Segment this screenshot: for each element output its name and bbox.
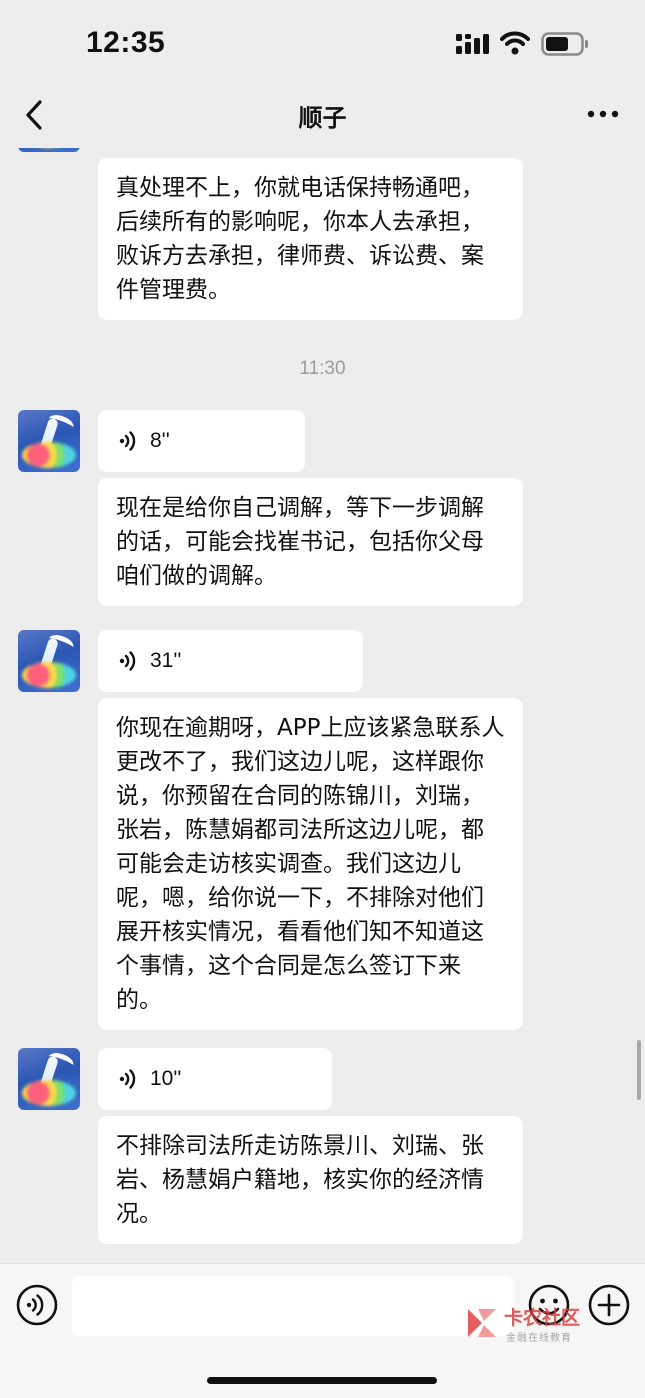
status-time: 12:35	[86, 26, 166, 59]
voice-message[interactable]: 31''	[98, 630, 363, 692]
watermark: 卡农社区 金融在线教育	[464, 1303, 594, 1347]
message-text: 你现在逾期呀，APP上应该紧急联系人更改不了，我们这边儿呢，这样跟你说，你预留在…	[116, 715, 505, 1013]
voice-wave-icon	[119, 651, 136, 671]
watermark-subtitle: 金融在线教育	[506, 1333, 572, 1344]
kanong-logo-icon	[468, 1309, 496, 1337]
voice-input-icon[interactable]	[16, 1284, 58, 1326]
home-indicator[interactable]	[207, 1377, 437, 1384]
message-text: 现在是给你自己调解，等下一步调解的话，可能会找崔书记，包括你父母咱们做的调解。	[116, 495, 484, 589]
watermark-title: 卡农社区	[504, 1307, 581, 1329]
voice-wave-icon	[119, 1069, 136, 1089]
cellular-signal-icon	[456, 34, 489, 54]
status-bar: 12:35	[0, 0, 645, 90]
wifi-icon	[500, 31, 530, 55]
voice-duration: 10''	[150, 1067, 182, 1090]
chat-header: 顺子	[0, 90, 645, 148]
message-text: 真处理不上，你就电话保持畅通吧，后续所有的影响呢，你本人去承担，败诉方去承担，律…	[116, 175, 484, 303]
contact-avatar[interactable]	[18, 148, 80, 152]
message-list[interactable]: 真处理不上，你就电话保持畅通吧，后续所有的影响呢，你本人去承担，败诉方去承担，律…	[0, 148, 645, 1263]
voice-wave-icon	[119, 431, 136, 451]
message-bubble[interactable]: 现在是给你自己调解，等下一步调解的话，可能会找崔书记，包括你父母咱们做的调解。	[98, 478, 523, 606]
voice-message[interactable]: 8''	[98, 410, 305, 472]
plus-icon[interactable]	[588, 1284, 630, 1326]
message-input[interactable]	[72, 1276, 514, 1336]
voice-duration: 31''	[150, 649, 182, 672]
contact-avatar[interactable]	[18, 1048, 80, 1110]
message-bubble[interactable]: 你现在逾期呀，APP上应该紧急联系人更改不了，我们这边儿呢，这样跟你说，你预留在…	[98, 698, 523, 1030]
message-timestamp: 11:30	[299, 358, 346, 379]
contact-avatar[interactable]	[18, 630, 80, 692]
message-text: 不排除司法所走访陈景川、刘瑞、张岩、杨慧娟户籍地，核实你的经济情况。	[116, 1133, 484, 1227]
battery-icon	[541, 32, 588, 56]
scrollbar[interactable]	[637, 1040, 641, 1100]
message-bubble[interactable]: 真处理不上，你就电话保持畅通吧，后续所有的影响呢，你本人去承担，败诉方去承担，律…	[98, 158, 523, 320]
chat-title: 顺子	[298, 104, 347, 132]
voice-duration: 8''	[150, 429, 170, 452]
message-bubble[interactable]: 不排除司法所走访陈景川、刘瑞、张岩、杨慧娟户籍地，核实你的经济情况。	[98, 1116, 523, 1244]
voice-message[interactable]: 10''	[98, 1048, 332, 1110]
more-dots-icon[interactable]	[586, 104, 620, 124]
contact-avatar[interactable]	[18, 410, 80, 472]
